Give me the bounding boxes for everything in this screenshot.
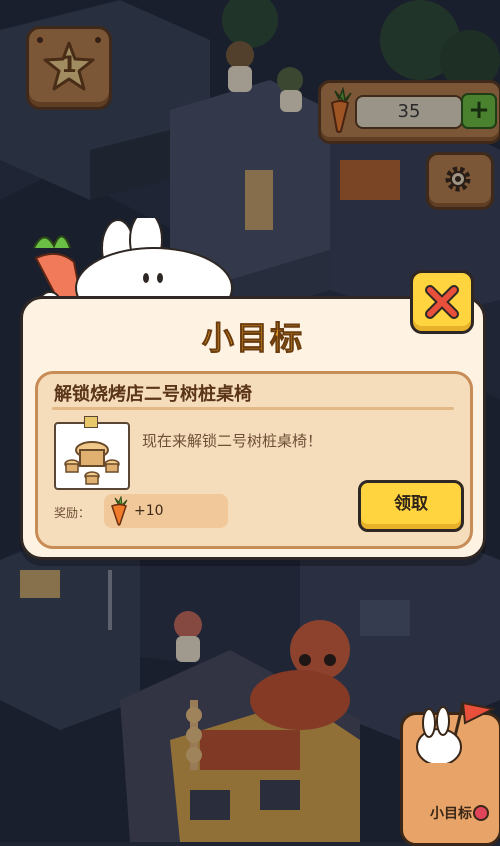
claim-button[interactable]: 领取 — [358, 480, 464, 532]
close-icon — [425, 285, 459, 319]
goal-dialog: 小目标 解锁烧烤店二号树桩桌椅 现在来解锁二号树桩桌椅！ 奖励： +10 领取 — [20, 296, 486, 560]
reward-value: +10 — [134, 503, 164, 519]
goal-shortcut-button[interactable]: 小目标 — [400, 701, 500, 846]
divider — [52, 407, 454, 410]
reward-box: +10 — [104, 494, 228, 528]
thumbnail-tag — [84, 416, 98, 428]
reward-label: 奖励： — [54, 506, 91, 520]
task-item-thumbnail — [54, 416, 130, 490]
task-description: 现在来解锁二号树桩桌椅！ — [142, 432, 323, 450]
carrot-icon — [111, 496, 128, 526]
notification-dot — [473, 805, 489, 821]
stump-table-icon — [64, 441, 120, 485]
close-button[interactable] — [410, 270, 474, 334]
task-title: 解锁烧烤店二号树桩桌椅 — [54, 384, 252, 405]
rabbit-flag-icon — [416, 701, 497, 763]
task-panel: 解锁烧烤店二号树桩桌椅 现在来解锁二号树桩桌椅！ 奖励： +10 领取 — [35, 371, 473, 549]
